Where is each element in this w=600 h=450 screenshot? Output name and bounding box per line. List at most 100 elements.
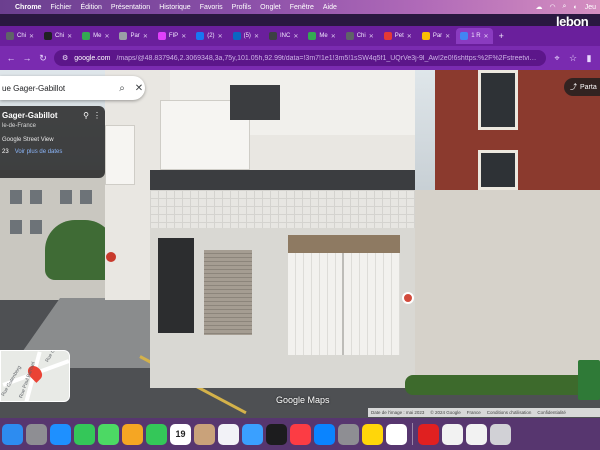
tab-close-icon[interactable]: ✕ (484, 33, 489, 40)
more-options-icon[interactable]: ⋮ (93, 111, 101, 120)
freeform-icon[interactable] (242, 423, 263, 445)
tab-close-icon[interactable]: ✕ (218, 33, 223, 40)
menu-favoris[interactable]: Favoris (200, 4, 223, 11)
menu-profils[interactable]: Profils (232, 4, 251, 11)
new-tab-icon[interactable]: + (495, 31, 508, 41)
menu-fenetre[interactable]: Fenêtre (290, 4, 314, 11)
country-link[interactable]: France (467, 410, 481, 415)
settings-icon[interactable] (338, 423, 359, 445)
garage-door-white (288, 253, 400, 355)
menu-onglet[interactable]: Onglet (260, 4, 281, 11)
tab-close-icon[interactable]: ✕ (29, 33, 34, 40)
tab-close-icon[interactable]: ✕ (293, 33, 298, 40)
tab-close-icon[interactable]: ✕ (67, 33, 72, 40)
appstore-icon[interactable] (314, 423, 335, 445)
garage-lintel (288, 235, 400, 253)
messages-icon[interactable] (74, 423, 95, 445)
control-center-icon[interactable]: ◐ (573, 4, 577, 11)
browser-tab[interactable]: INC ✕ (265, 28, 302, 44)
browser-tab[interactable]: (2) ✕ (192, 28, 226, 44)
browser-tab[interactable]: Me ✕ (304, 28, 339, 44)
tab-favicon-icon (421, 32, 430, 40)
terms-link[interactable]: Conditions d'utilisation (487, 410, 532, 415)
tab-favicon-icon (82, 32, 91, 40)
acrobat-icon[interactable] (418, 423, 439, 445)
notes-icon[interactable] (362, 423, 383, 445)
trash-bin (578, 360, 600, 400)
reminders-icon[interactable] (218, 423, 239, 445)
site-info-icon[interactable]: ⚙ (62, 54, 68, 62)
browser-tab[interactable]: FIP ✕ (154, 28, 190, 44)
browser-tab[interactable]: Me ✕ (78, 28, 113, 44)
address-bar[interactable]: ⚙ google.com/maps/@48.837946,2.3069348,3… (54, 50, 546, 66)
wifi-icon[interactable]: ◠ (549, 3, 555, 11)
browser-tab[interactable]: (5) ✕ (229, 28, 263, 44)
tab-close-icon[interactable]: ✕ (104, 33, 109, 40)
share-label: Parta (580, 83, 597, 91)
facetime-icon[interactable] (146, 423, 167, 445)
tab-close-icon[interactable]: ✕ (254, 33, 259, 40)
back-icon[interactable]: ← (6, 53, 16, 63)
capture-date: Date de l'image : mai 2023 (371, 410, 425, 415)
menu-fichier[interactable]: Fichier (50, 4, 71, 11)
safari-icon[interactable] (50, 423, 71, 445)
finder-icon[interactable] (2, 423, 23, 445)
menu-app-name[interactable]: Chrome (15, 4, 41, 11)
launchpad-icon[interactable] (26, 423, 47, 445)
menu-edition[interactable]: Édition (80, 4, 101, 11)
tab-close-icon[interactable]: ✕ (407, 33, 412, 40)
tab-favicon-icon (345, 32, 354, 40)
document-icon[interactable] (442, 423, 463, 445)
window (30, 220, 42, 234)
photos-icon[interactable] (122, 423, 143, 445)
search-input[interactable]: ue Gager-Gabillot (2, 84, 111, 93)
browser-tab[interactable]: Chi ✕ (40, 28, 76, 44)
calendar-icon[interactable]: 19 (170, 423, 191, 445)
location-icon[interactable]: ⌖ (552, 53, 562, 64)
music-icon[interactable] (290, 423, 311, 445)
menu-presentation[interactable]: Présentation (111, 4, 150, 11)
minimap[interactable]: Rue Gager-Gabillot Rue Paul Barruel Rue … (0, 350, 70, 402)
browser-tab[interactable]: Chi ✕ (2, 28, 38, 44)
pin-icon[interactable]: ⚲ (83, 111, 89, 120)
search-icon[interactable]: ⌕ (116, 83, 128, 94)
tab-favicon-icon (196, 32, 205, 40)
tv-icon[interactable] (266, 423, 287, 445)
cloud-icon[interactable]: ☁ (535, 3, 542, 11)
tab-close-icon[interactable]: ✕ (331, 33, 336, 40)
reload-icon[interactable]: ↻ (38, 53, 48, 64)
more-dates-link[interactable]: Voir plus de dates (15, 149, 63, 155)
browser-tab[interactable]: Par ✕ (418, 28, 454, 44)
tab-favicon-icon (157, 32, 166, 40)
contacts-icon[interactable] (194, 423, 215, 445)
hedge (405, 375, 600, 395)
tab-favicon-icon (119, 32, 128, 40)
bookmark-star-icon[interactable]: ☆ (568, 53, 578, 64)
trash-icon[interactable] (490, 423, 511, 445)
browser-tab[interactable]: Chi ✕ (342, 28, 378, 44)
browser-tab[interactable]: Par ✕ (115, 28, 151, 44)
search-box: ue Gager-Gabillot ⌕ ✕ (0, 76, 145, 100)
document-red-icon[interactable] (466, 423, 487, 445)
browser-tab[interactable]: 1 R ✕ (456, 28, 493, 44)
close-icon[interactable]: ✕ (133, 83, 145, 94)
tab-label: Pet (394, 33, 404, 39)
menu-historique[interactable]: Historique (159, 4, 191, 11)
balcony (105, 125, 135, 185)
menu-clock[interactable]: Jeu (585, 4, 596, 11)
location-info-card: Gager-Gabillot ⚲ ⋮ le-de-France Google S… (0, 106, 105, 178)
menu-aide[interactable]: Aide (323, 4, 337, 11)
extensions-icon[interactable]: ▮ (584, 53, 594, 64)
tab-close-icon[interactable]: ✕ (181, 33, 186, 40)
browser-tab[interactable]: Pet ✕ (380, 28, 416, 44)
maps-icon[interactable] (98, 423, 119, 445)
search-icon[interactable]: ⌕ (563, 3, 567, 11)
forward-icon[interactable]: → (22, 53, 32, 63)
privacy-link[interactable]: Confidentialité (537, 410, 566, 415)
share-button[interactable]: ⤴ Parta (564, 78, 600, 96)
tab-favicon-icon (460, 32, 469, 40)
chrome-icon[interactable] (386, 423, 407, 445)
tab-close-icon[interactable]: ✕ (143, 33, 148, 40)
tab-close-icon[interactable]: ✕ (369, 33, 374, 40)
tab-close-icon[interactable]: ✕ (445, 33, 450, 40)
